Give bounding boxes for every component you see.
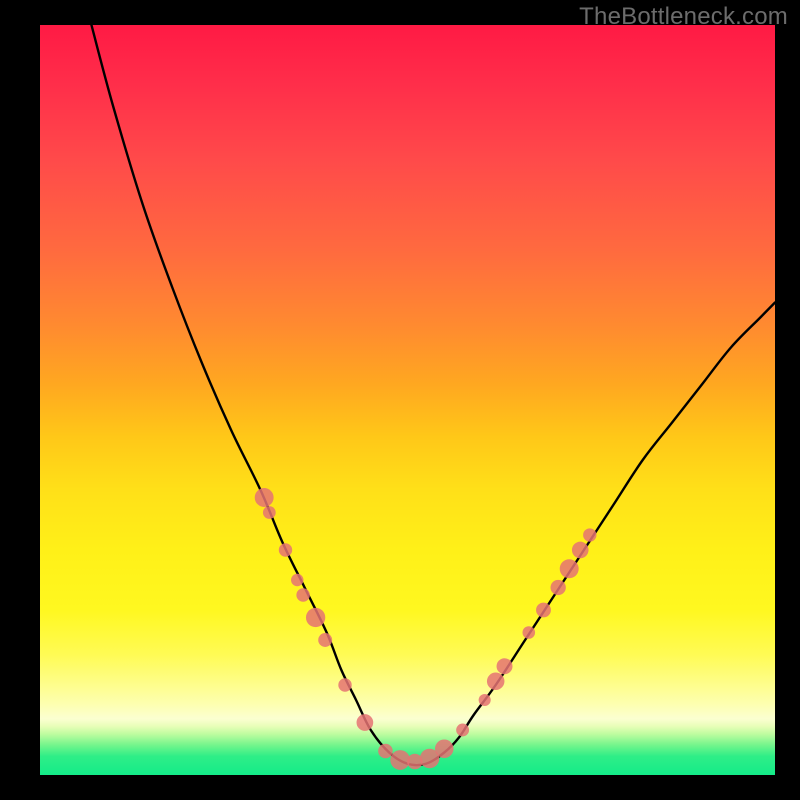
data-marker (338, 678, 351, 691)
data-marker (560, 559, 579, 578)
data-marker (296, 588, 310, 602)
data-marker (255, 488, 274, 507)
data-marker (435, 739, 454, 758)
data-marker (291, 574, 303, 586)
data-marker (487, 673, 505, 691)
plot-area (40, 25, 775, 775)
chart-svg (40, 25, 775, 775)
data-marker (572, 542, 589, 559)
chart-frame: TheBottleneck.com (0, 0, 800, 800)
data-marker (263, 506, 276, 519)
data-marker (479, 694, 491, 706)
data-marker (306, 608, 325, 627)
data-marker (279, 543, 292, 556)
data-marker (456, 724, 469, 737)
data-marker (583, 528, 596, 541)
data-marker (357, 714, 374, 731)
data-marker (378, 744, 393, 759)
data-marker (318, 633, 332, 647)
data-marker (551, 580, 566, 595)
data-marker (390, 750, 410, 770)
data-marker (522, 626, 535, 639)
watermark-text: TheBottleneck.com (579, 3, 788, 31)
data-marker (536, 603, 551, 618)
data-marker (497, 658, 513, 674)
data-markers (255, 488, 597, 770)
bottleneck-curve (91, 25, 775, 765)
